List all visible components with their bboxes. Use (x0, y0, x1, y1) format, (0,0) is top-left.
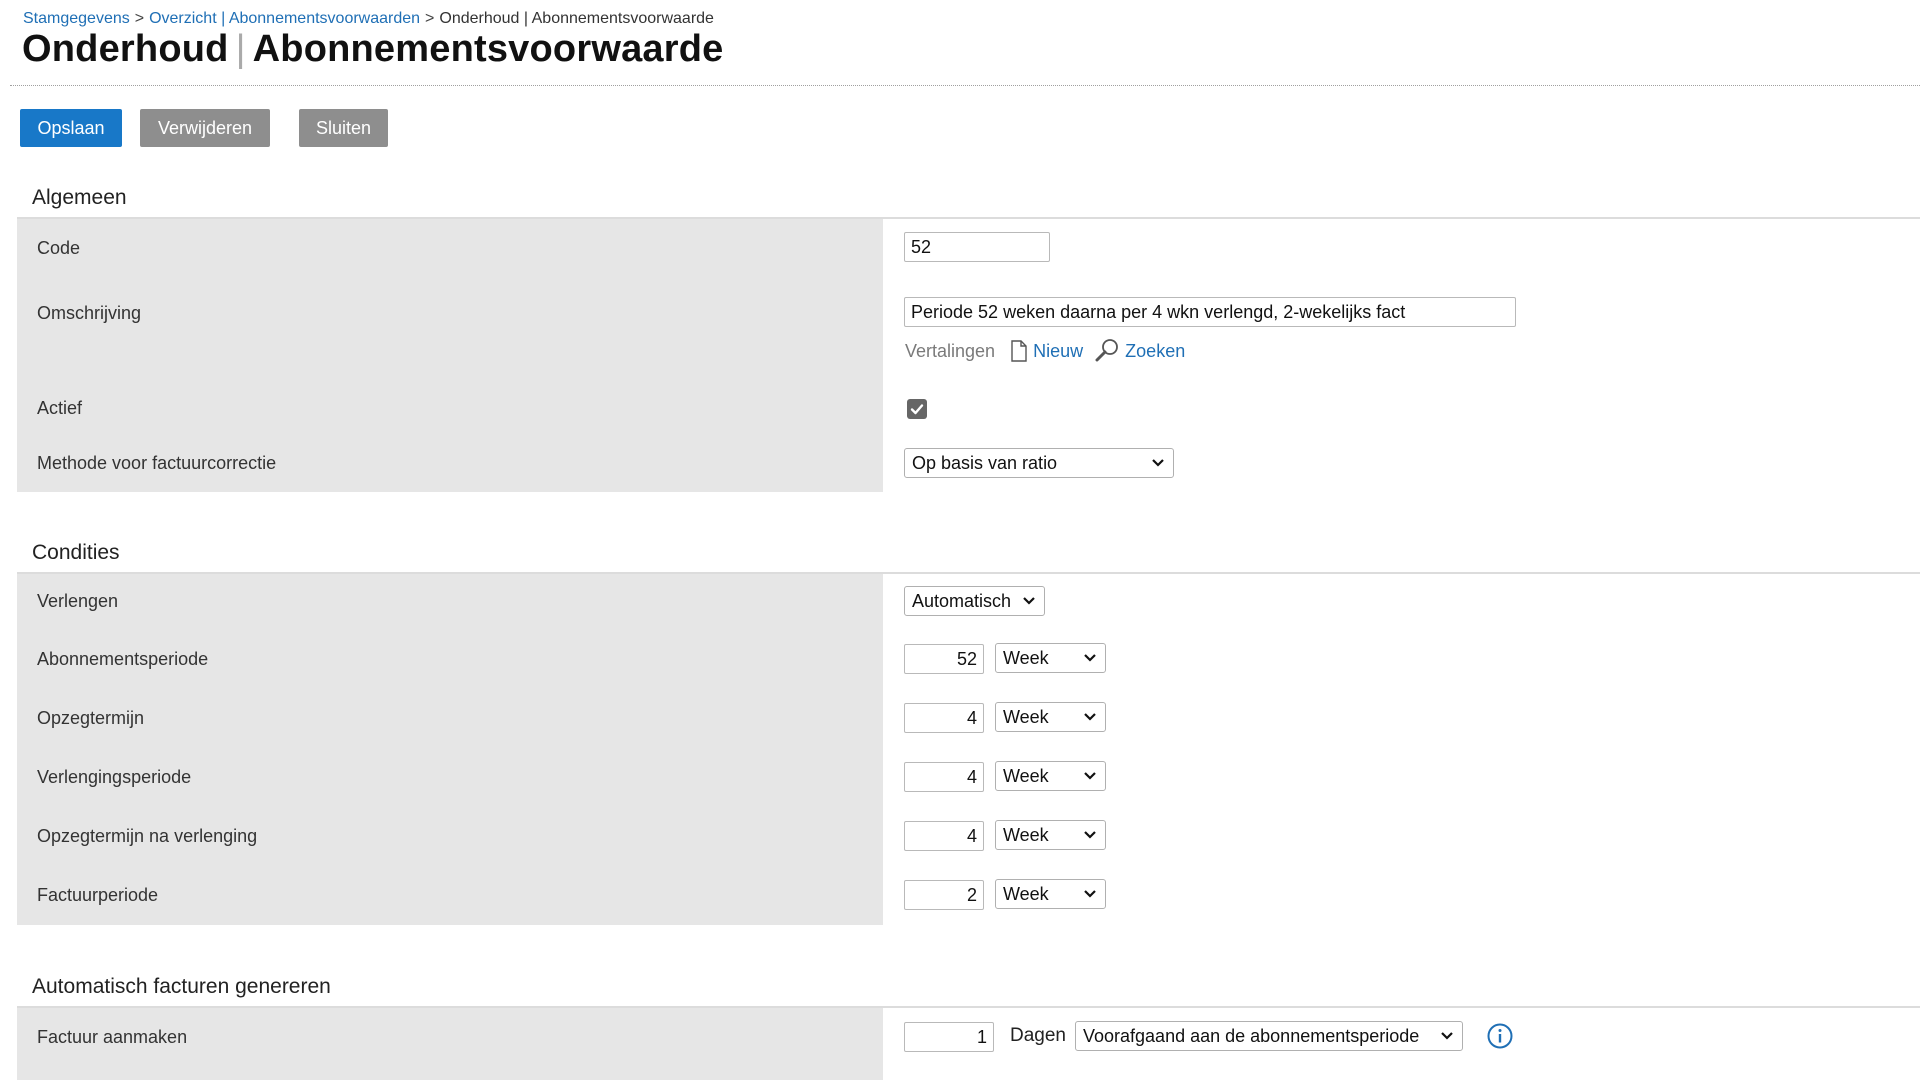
subscription-period-label: Abonnementsperiode (37, 649, 209, 669)
create-invoice-label: Factuur aanmaken (37, 1027, 188, 1047)
info-icon[interactable] (1487, 1023, 1513, 1049)
breadcrumb-separator: > (134, 10, 145, 27)
header-divider (10, 85, 1920, 86)
invoice-period-label: Factuurperiode (37, 885, 159, 905)
notice-after-extension-label: Opzegtermijn na verlenging (37, 826, 258, 846)
close-button[interactable]: Sluiten (299, 109, 388, 147)
chevron-down-icon (1152, 459, 1164, 467)
chevron-down-icon (1084, 654, 1096, 662)
notice-period-label: Opzegtermijn (37, 708, 145, 728)
save-button[interactable]: Opslaan (20, 109, 122, 147)
section-title-auto-invoice: Automatisch facturen genereren (32, 975, 331, 998)
extension-period-unit-select[interactable]: Week (995, 761, 1106, 791)
invoice-timing-value: Voorafgaand aan de abonnementsperiode (1083, 1026, 1420, 1046)
notice-after-extension-unit-select[interactable]: Week (995, 820, 1106, 850)
page-title: Onderhoud | Abonnementsvoorwaarde (22, 28, 724, 71)
breadcrumb-separator: > (425, 10, 435, 27)
create-invoice-days-input[interactable] (904, 1022, 994, 1052)
search-translation-label: Zoeken (1125, 341, 1186, 361)
label-column-background (17, 574, 883, 925)
extension-period-unit-value: Week (1003, 766, 1049, 786)
notice-period-unit-value: Week (1003, 707, 1049, 727)
days-label: Dagen (1010, 1025, 1066, 1046)
breadcrumb-link-stamgegevens[interactable]: Stamgegevens (23, 10, 130, 27)
document-icon (1010, 340, 1028, 362)
code-input[interactable] (904, 232, 1050, 262)
chevron-down-icon (1023, 597, 1035, 605)
chevron-down-icon (1084, 831, 1096, 839)
description-input[interactable] (904, 297, 1516, 327)
chevron-down-icon (1084, 890, 1096, 898)
code-label: Code (37, 238, 81, 258)
chevron-down-icon (1084, 772, 1096, 780)
breadcrumb-link-overzicht[interactable]: Overzicht | Abonnementsvoorwaarden (149, 10, 420, 27)
invoice-period-input[interactable] (904, 880, 984, 910)
invoice-period-unit-select[interactable]: Week (995, 879, 1106, 909)
active-checkbox[interactable] (907, 399, 927, 419)
breadcrumb: Stamgegevens > Overzicht | Abonnementsvoor… (23, 10, 714, 28)
notice-period-unit-select[interactable]: Week (995, 702, 1106, 732)
correction-method-value: Op basis van ratio (912, 453, 1058, 473)
section-title-conditions: Condities (32, 541, 120, 564)
extend-select[interactable]: Automatisch (904, 586, 1045, 616)
subscription-period-unit-value: Week (1003, 648, 1049, 668)
chevron-down-icon (1441, 1032, 1453, 1040)
search-translation-link[interactable]: Zoeken (1094, 339, 1186, 362)
breadcrumb-current: Onderhoud | Abonnementsvoorwaarde (439, 10, 714, 27)
delete-button[interactable]: Verwijderen (140, 109, 270, 147)
section-title-general: Algemeen (32, 186, 127, 209)
subscription-period-input[interactable] (904, 644, 984, 674)
invoice-period-unit-value: Week (1003, 884, 1049, 904)
chevron-down-icon (1084, 713, 1096, 721)
translations-row: Vertalingen Nieuw Zoeken (905, 338, 1185, 362)
active-label: Actief (37, 398, 83, 418)
search-icon (1094, 339, 1120, 362)
notice-period-input[interactable] (904, 703, 984, 733)
correction-method-label: Methode voor factuurcorrectie (37, 453, 277, 473)
new-translation-label: Nieuw (1033, 341, 1084, 361)
extend-label: Verlengen (37, 591, 119, 611)
correction-method-select[interactable]: Op basis van ratio (904, 448, 1174, 478)
invoice-timing-select[interactable]: Voorafgaand aan de abonnementsperiode (1075, 1021, 1463, 1051)
notice-after-extension-input[interactable] (904, 821, 984, 851)
extend-value: Automatisch (912, 591, 1012, 611)
page-title-separator: | (235, 28, 246, 70)
page-title-part1: Onderhoud (22, 28, 229, 70)
new-translation-link[interactable]: Nieuw (1010, 340, 1088, 362)
extension-period-input[interactable] (904, 762, 984, 792)
subscription-period-unit-select[interactable]: Week (995, 643, 1106, 673)
description-label: Omschrijving (37, 303, 142, 323)
label-column-background (17, 219, 883, 492)
checkmark-icon (910, 404, 924, 415)
translations-label: Vertalingen (905, 341, 996, 361)
extension-period-label: Verlengingsperiode (37, 767, 192, 787)
page-title-part2: Abonnementsvoorwaarde (252, 28, 724, 70)
notice-after-extension-unit-value: Week (1003, 825, 1049, 845)
